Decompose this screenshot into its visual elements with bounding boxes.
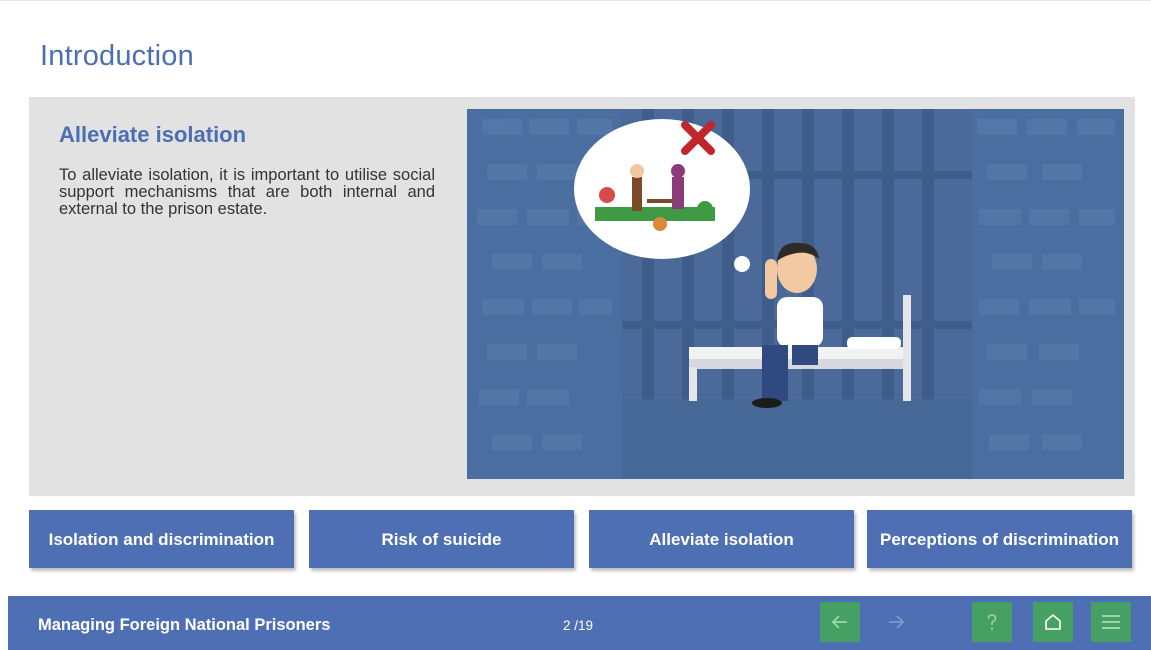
prison-cell-image xyxy=(467,109,1124,479)
tab-risk-of-suicide[interactable]: Risk of suicide xyxy=(309,510,574,568)
tab-alleviate-isolation[interactable]: Alleviate isolation xyxy=(589,510,854,568)
section-body: To alleviate isolation, it is important … xyxy=(59,166,435,218)
illustration-prisoner-in-cell xyxy=(467,109,1124,479)
question-icon xyxy=(987,614,997,630)
topic-tabs: Isolation and discrimination Risk of sui… xyxy=(29,510,1135,568)
section-title: Alleviate isolation xyxy=(59,122,247,147)
footer-bar: Managing Foreign National Prisoners 2 /1… xyxy=(8,596,1151,650)
tab-isolation-and-discrimination[interactable]: Isolation and discrimination xyxy=(29,510,294,568)
page-title: Introduction xyxy=(40,40,194,72)
menu-button[interactable] xyxy=(1091,602,1131,642)
next-button[interactable] xyxy=(876,602,916,642)
course-title: Managing Foreign National Prisoners xyxy=(38,616,331,634)
help-button[interactable] xyxy=(972,602,1012,642)
arrow-left-icon xyxy=(831,615,847,629)
top-border xyxy=(0,0,1151,8)
page-counter: 2 /19 xyxy=(563,618,594,633)
content-panel: Alleviate isolation To alleviate isolati… xyxy=(29,97,1135,496)
back-button[interactable] xyxy=(820,602,860,642)
home-button[interactable] xyxy=(1033,602,1073,642)
hamburger-menu-icon xyxy=(1102,615,1120,629)
home-icon xyxy=(1045,613,1061,630)
tab-perceptions-of-discrimination[interactable]: Perceptions of discrimination xyxy=(867,510,1132,568)
arrow-right-icon xyxy=(889,615,905,629)
